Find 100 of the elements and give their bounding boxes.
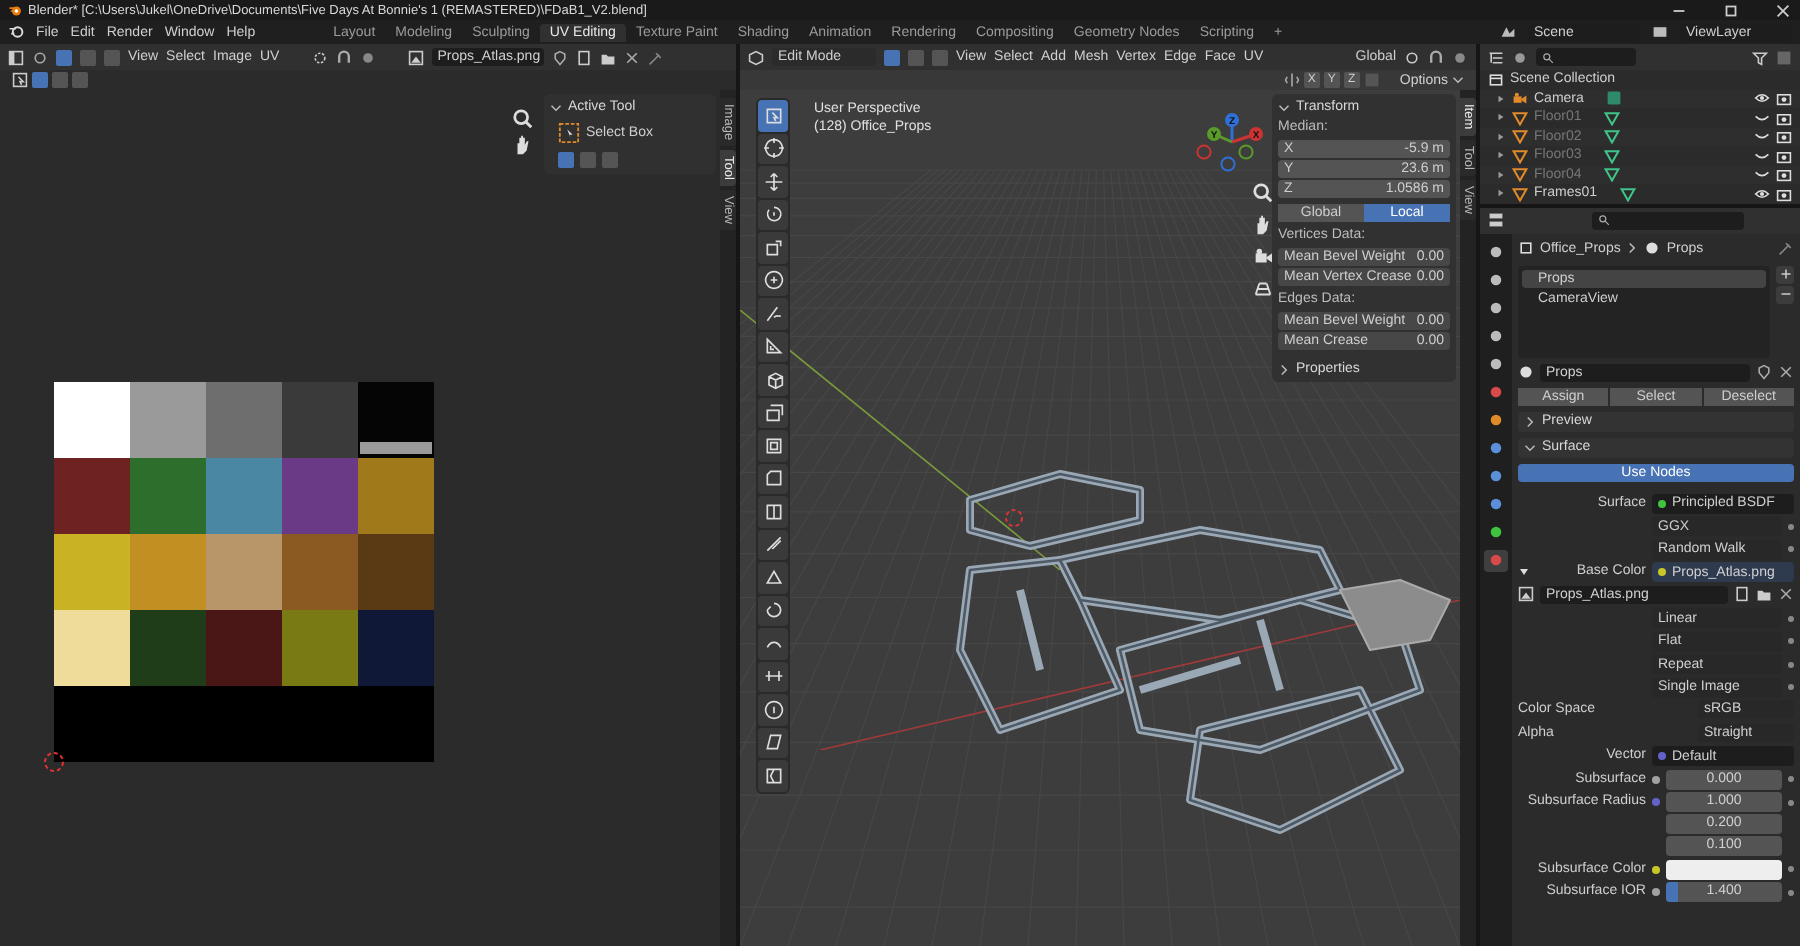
tool-button[interactable]: [758, 595, 788, 626]
expand-chevron-icon[interactable]: [550, 101, 562, 113]
keyframe-dot[interactable]: [1788, 889, 1794, 895]
tool-button[interactable]: [758, 331, 788, 362]
tool-button[interactable]: [758, 397, 788, 428]
image-icon[interactable]: [1518, 585, 1534, 601]
search-field[interactable]: [1592, 211, 1744, 229]
select-mode-button[interactable]: [884, 49, 900, 65]
tool-button[interactable]: [758, 727, 788, 758]
tool-button[interactable]: [758, 562, 788, 593]
new-image-icon[interactable]: [1734, 585, 1750, 601]
proportional-edit-icon[interactable]: [359, 49, 376, 65]
shield-icon[interactable]: [1756, 364, 1772, 380]
tool-button[interactable]: [758, 463, 788, 494]
color-swatch[interactable]: [1666, 859, 1782, 879]
keyframe-dot[interactable]: [1788, 776, 1794, 782]
grid-view-icon[interactable]: [1252, 278, 1274, 300]
pivot-icon[interactable]: [311, 49, 328, 65]
close-icon[interactable]: [1778, 364, 1794, 380]
keyframe-dot[interactable]: [1788, 684, 1794, 690]
keyframe-dot[interactable]: [1788, 799, 1794, 805]
mirror-icon: [1283, 72, 1300, 88]
keyframe-dot[interactable]: [1788, 661, 1794, 667]
image-icon[interactable]: [407, 49, 424, 65]
properties-tab[interactable]: [1484, 549, 1508, 571]
tool-button[interactable]: [758, 694, 788, 725]
pin-icon[interactable]: [647, 49, 664, 65]
select-box-icon: [558, 122, 580, 144]
keyframe-dot[interactable]: [1788, 546, 1794, 552]
camera-icon[interactable]: [1252, 246, 1274, 268]
tool-button[interactable]: [758, 760, 788, 791]
render-camera-icon[interactable]: [1776, 90, 1792, 107]
expand-chevron-icon[interactable]: [1278, 363, 1290, 375]
close-icon[interactable]: [1778, 585, 1794, 601]
editor-type-icon[interactable]: [1488, 212, 1504, 228]
keyframe-dot[interactable]: [1788, 638, 1794, 644]
render-camera-icon[interactable]: [1776, 166, 1792, 183]
tool-button[interactable]: [758, 496, 788, 527]
render-camera-icon[interactable]: [1776, 147, 1792, 164]
expand-chevron-icon[interactable]: [1278, 101, 1290, 113]
keyframe-dot[interactable]: [1788, 866, 1794, 872]
tool-button[interactable]: [758, 529, 788, 560]
hand-icon[interactable]: [512, 134, 534, 156]
editor-type-icon[interactable]: [748, 49, 764, 65]
close-icon[interactable]: [623, 49, 640, 65]
sync-selection-icon[interactable]: [32, 49, 48, 65]
folder-icon[interactable]: [599, 49, 616, 65]
keyframe-dot[interactable]: [1788, 523, 1794, 529]
tool-button[interactable]: [758, 628, 788, 659]
tool-button[interactable]: [758, 166, 788, 197]
tool-button[interactable]: [758, 265, 788, 296]
search-field[interactable]: [1536, 48, 1636, 66]
inset-tool-icon: [763, 435, 783, 456]
blender-logo-icon: [8, 3, 22, 17]
tool-button[interactable]: [758, 199, 788, 230]
camera-icon: [1512, 90, 1528, 107]
tool-button[interactable]: [758, 133, 788, 164]
tool-button[interactable]: [758, 364, 788, 395]
proportional-edit-icon[interactable]: [1452, 49, 1468, 65]
eye-icon[interactable]: [1754, 90, 1770, 107]
add-slot-button[interactable]: [1776, 265, 1794, 283]
maximize-icon[interactable]: [1722, 1, 1740, 19]
shrink-tool-icon: [763, 699, 783, 720]
shield-icon[interactable]: [551, 49, 568, 65]
hand-icon[interactable]: [1252, 214, 1274, 236]
tool-button[interactable]: [758, 298, 788, 329]
zoom-icon[interactable]: [1252, 182, 1274, 204]
render-camera-icon[interactable]: [1776, 185, 1792, 202]
material-icon[interactable]: [1518, 364, 1534, 380]
select-mode-button[interactable]: [56, 49, 72, 65]
snap-icon[interactable]: [335, 49, 352, 65]
tool-button[interactable]: [758, 661, 788, 692]
pivot-icon[interactable]: [1404, 49, 1420, 65]
expand-triangle-icon[interactable]: [1518, 566, 1530, 578]
zoom-icon[interactable]: [512, 108, 534, 130]
tool-button[interactable]: [758, 232, 788, 263]
editor-type-icon[interactable]: [8, 49, 24, 65]
pin-icon[interactable]: [1778, 240, 1794, 256]
tool-button[interactable]: [758, 430, 788, 461]
material-icon: [1644, 240, 1661, 256]
expand-chevron-icon[interactable]: [1524, 415, 1536, 427]
blender-logo-icon[interactable]: [8, 24, 24, 40]
editor-type-icon[interactable]: [1488, 49, 1504, 65]
transform-tool-icon: [763, 270, 783, 291]
close-icon[interactable]: [1774, 1, 1792, 19]
cube-tool-icon: [763, 369, 783, 390]
keyframe-dot[interactable]: [1788, 615, 1794, 621]
display-mode-icon[interactable]: [1512, 49, 1528, 65]
new-image-icon[interactable]: [575, 49, 592, 65]
filter-icon[interactable]: [1752, 49, 1768, 65]
eye-icon[interactable]: [1754, 185, 1770, 202]
view-layer-icon[interactable]: [1652, 24, 1668, 40]
select-tool-icon: [763, 105, 783, 126]
render-camera-icon[interactable]: [1776, 128, 1792, 145]
remove-slot-button[interactable]: [1776, 285, 1794, 303]
expand-chevron-icon[interactable]: [1524, 441, 1536, 453]
snap-icon[interactable]: [1428, 49, 1444, 65]
select-tool-icon[interactable]: [12, 72, 28, 88]
scene-icon[interactable]: [1500, 24, 1516, 40]
render-camera-icon[interactable]: [1776, 109, 1792, 126]
